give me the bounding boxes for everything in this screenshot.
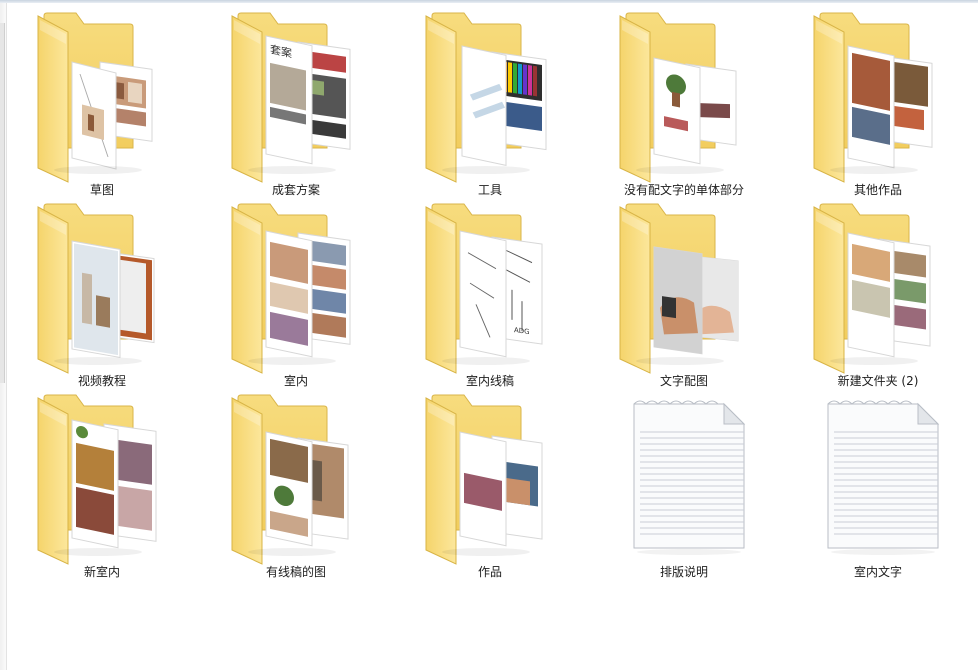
- folder-item[interactable]: 新建文件夹 (2): [790, 201, 966, 389]
- item-label: 没有配文字的单体部分: [623, 183, 744, 197]
- item-label: 其他作品: [853, 183, 902, 197]
- item-label: 成套方案: [271, 183, 320, 197]
- folder-item[interactable]: 工具: [402, 10, 578, 198]
- item-label: 新室内: [83, 565, 120, 579]
- folder-item[interactable]: 套案 成套方案: [208, 10, 384, 198]
- folder-item[interactable]: 有线稿的图: [208, 392, 384, 580]
- folder-item[interactable]: 室内: [208, 201, 384, 389]
- folder-item[interactable]: 新室内: [14, 392, 190, 580]
- item-label: 室内: [283, 374, 308, 388]
- window-top-border: [0, 0, 978, 3]
- item-label: 草图: [89, 183, 114, 197]
- item-label: 作品: [477, 565, 502, 579]
- item-label: 视频教程: [77, 374, 126, 388]
- left-scrollbar-track[interactable]: [0, 3, 7, 670]
- folder-item[interactable]: 文字配图: [596, 201, 772, 389]
- item-label: 文字配图: [659, 374, 708, 388]
- item-label: 有线稿的图: [265, 565, 326, 579]
- folder-item[interactable]: 没有配文字的单体部分: [596, 10, 772, 198]
- item-label: 排版说明: [659, 565, 708, 579]
- item-label: 工具: [477, 183, 502, 197]
- folder-item[interactable]: 其他作品: [790, 10, 966, 198]
- item-label: 室内文字: [853, 565, 902, 579]
- file-item[interactable]: 排版说明: [596, 392, 772, 580]
- scrollbar-thumb[interactable]: [0, 23, 5, 383]
- file-grid: 草图 套案 成套方案 工具 没有配文字的单体部分 其他作品 视频教程 室内 AD…: [14, 10, 978, 670]
- file-item[interactable]: 室内文字: [790, 392, 966, 580]
- folder-item[interactable]: 作品: [402, 392, 578, 580]
- item-label: 室内线稿: [465, 374, 514, 388]
- item-label: 新建文件夹 (2): [837, 374, 919, 388]
- folder-item[interactable]: 草图: [14, 10, 190, 198]
- folder-item[interactable]: 视频教程: [14, 201, 190, 389]
- folder-item[interactable]: ADG 室内线稿: [402, 201, 578, 389]
